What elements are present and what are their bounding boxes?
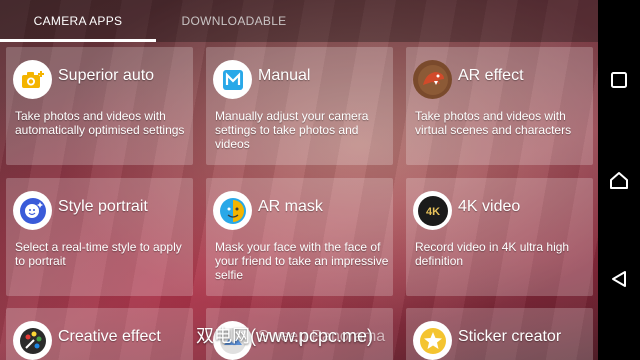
app-title: Creative effect: [58, 328, 161, 345]
app-card-ar-mask[interactable]: AR mask Mask your face with the face of …: [206, 178, 393, 296]
back-triangle-icon: [612, 271, 626, 287]
app-title: Manual: [258, 67, 311, 84]
dinosaur-icon: [413, 60, 452, 99]
app-description: Take photos and videos with automaticall…: [15, 109, 185, 137]
app-description: Select a real-time style to apply to por…: [15, 240, 182, 268]
app-description: Mask your face with the face of your fri…: [215, 240, 389, 282]
star-sticker-icon: [413, 321, 452, 360]
app-card-creative-effect[interactable]: Creative effect: [6, 308, 193, 360]
app-card-sticker-creator[interactable]: Sticker creator: [406, 308, 593, 360]
app-title: Style portrait: [58, 198, 148, 215]
face-sparkle-icon: [13, 191, 52, 230]
square-icon: [611, 72, 627, 88]
recent-apps-button[interactable]: [598, 59, 640, 101]
camera-apps-grid: Superior auto Take photos and videos wit…: [0, 42, 598, 360]
app-title: Sticker creator: [458, 328, 562, 345]
app-title: AR effect: [458, 67, 524, 84]
camera-plus-icon: [13, 60, 52, 99]
home-button[interactable]: [598, 159, 640, 201]
app-description: Manually adjust your camera settings to …: [215, 109, 369, 151]
tab-downloadable[interactable]: DOWNLOADABLE: [156, 0, 312, 42]
app-card-manual[interactable]: Manual Manually adjust your camera setti…: [206, 47, 393, 165]
app-description: Record video in 4K ultra high definition: [415, 240, 570, 268]
app-card-style-portrait[interactable]: Style portrait Select a real-time style …: [6, 178, 193, 296]
app-card-superior-auto[interactable]: Superior auto Take photos and videos wit…: [6, 47, 193, 165]
svg-text:4K: 4K: [425, 206, 439, 218]
watermark-text: 双电网(www.pcpc.me): [196, 326, 374, 346]
home-icon: [610, 172, 628, 189]
app-description: Take photos and videos with virtual scen…: [415, 109, 572, 137]
tab-camera-apps[interactable]: CAMERA APPS: [0, 0, 156, 42]
app-title: 4K video: [458, 198, 521, 215]
app-title: AR mask: [258, 198, 323, 215]
system-nav-bar: [598, 0, 640, 360]
back-button[interactable]: [598, 258, 640, 300]
app-card-ar-effect[interactable]: AR effect Take photos and videos with vi…: [406, 47, 593, 165]
app-title: Superior auto: [58, 67, 155, 84]
app-card-4k-video[interactable]: 4K 4K video Record video in 4K ultra hig…: [406, 178, 593, 296]
4k-badge-icon: 4K: [413, 191, 452, 230]
palette-icon: [13, 321, 52, 360]
tab-bar: CAMERA APPS DOWNLOADABLE: [0, 0, 598, 42]
manual-m-icon: [213, 60, 252, 99]
mask-face-icon: [213, 191, 252, 230]
